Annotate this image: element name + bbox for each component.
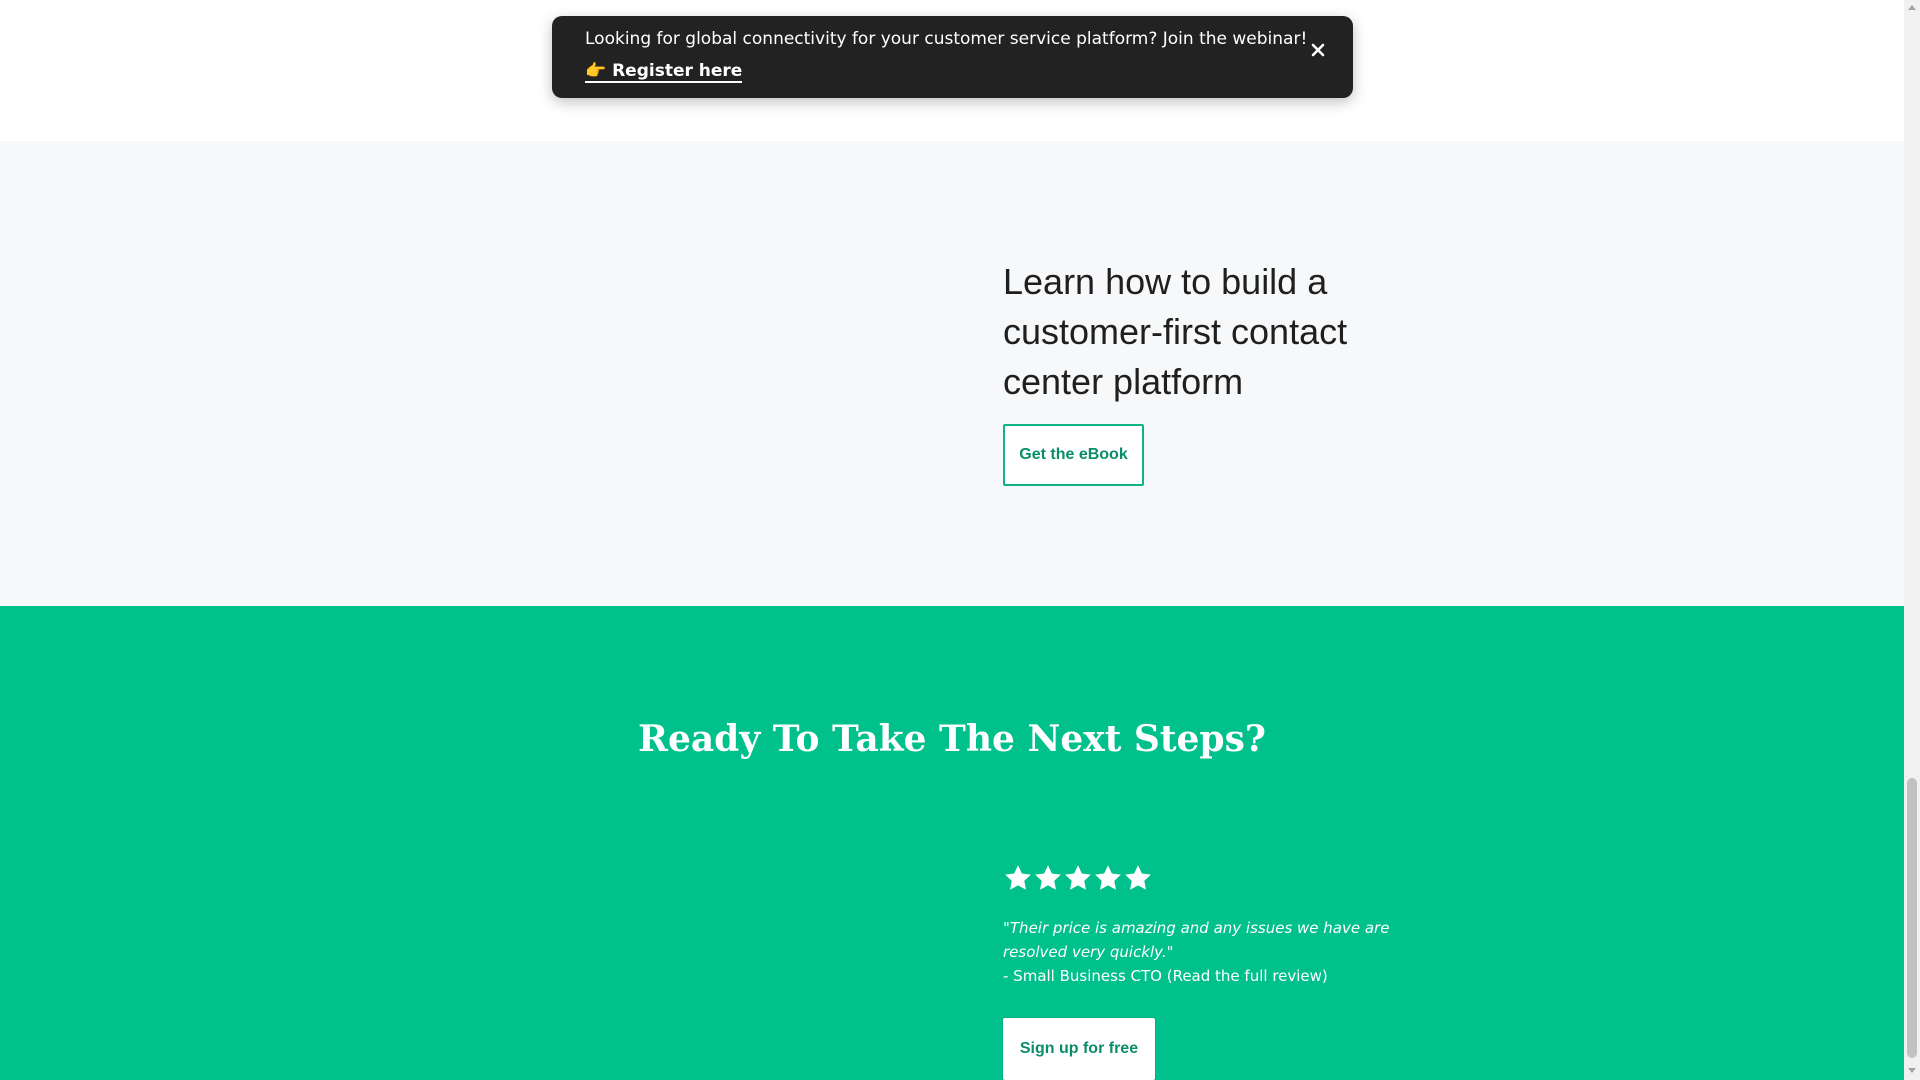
star-icon — [1063, 863, 1093, 893]
scroll-down-arrow-icon[interactable] — [1908, 1068, 1916, 1073]
page: Looking for global connectivity for your… — [0, 0, 1904, 1080]
star-icon — [1003, 863, 1033, 893]
cta-heading: Ready To Take The Next Steps? — [638, 718, 1266, 760]
sign-up-button[interactable]: Sign up for free — [1003, 1018, 1155, 1080]
vertical-scrollbar[interactable] — [1904, 0, 1920, 1080]
close-icon[interactable] — [1310, 42, 1326, 58]
webinar-notification-banner: Looking for global connectivity for your… — [552, 16, 1353, 98]
star-icon — [1093, 863, 1123, 893]
review-attribution[interactable]: - Small Business CTO (Read the full revi… — [1003, 964, 1328, 988]
ebook-section: Learn how to build a customer-first cont… — [0, 141, 1904, 606]
star-icon — [1123, 863, 1153, 893]
ebook-heading: Learn how to build a customer-first cont… — [1003, 261, 1348, 402]
star-rating — [1003, 863, 1153, 893]
get-ebook-button[interactable]: Get the eBook — [1003, 424, 1144, 486]
scrollbar-thumb[interactable] — [1907, 778, 1917, 1058]
star-icon — [1033, 863, 1063, 893]
register-link[interactable]: 👉 Register here — [585, 61, 743, 83]
banner-message: Looking for global connectivity for your… — [585, 29, 1308, 49]
scroll-up-arrow-icon[interactable] — [1908, 5, 1916, 10]
cta-section: Ready To Take The Next Steps? "Their pri… — [0, 606, 1904, 1080]
review-quote: "Their price is amazing and any issues w… — [1003, 919, 1390, 961]
